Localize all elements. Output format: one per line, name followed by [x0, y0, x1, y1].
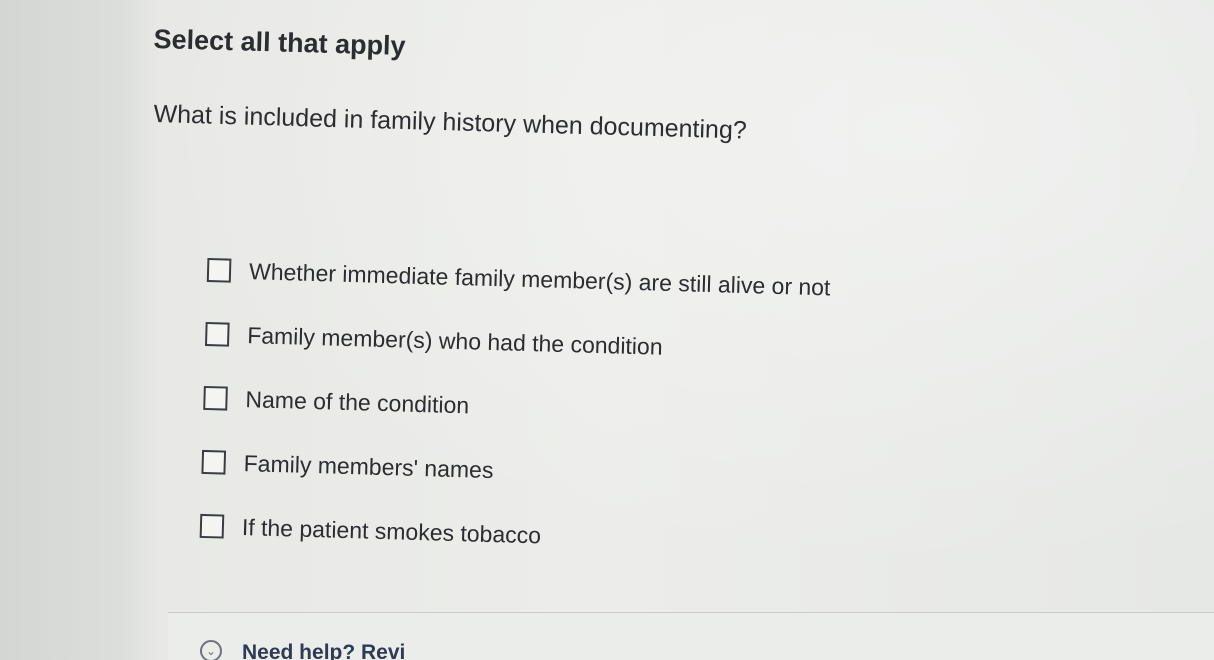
- option-label: Family member(s) who had the condition: [246, 321, 663, 360]
- option-label: Name of the condition: [245, 385, 470, 418]
- chevron-down-circle-icon[interactable]: ⌄: [200, 640, 222, 660]
- checkbox[interactable]: [199, 513, 225, 539]
- option-label: Family members' names: [243, 449, 494, 483]
- option-label: Whether immediate family member(s) are s…: [248, 257, 831, 300]
- select-all-instruction: Select all that apply: [153, 24, 406, 62]
- checkbox[interactable]: [206, 257, 232, 283]
- option-label: If the patient smokes tobacco: [241, 513, 542, 548]
- answer-options-list: Whether immediate family member(s) are s…: [199, 238, 831, 575]
- question-text: What is included in family history when …: [153, 100, 748, 145]
- need-help-link[interactable]: Need help? Revi: [242, 641, 405, 660]
- checkbox[interactable]: [204, 321, 230, 347]
- checkbox[interactable]: [201, 449, 227, 475]
- checkbox[interactable]: [203, 385, 228, 411]
